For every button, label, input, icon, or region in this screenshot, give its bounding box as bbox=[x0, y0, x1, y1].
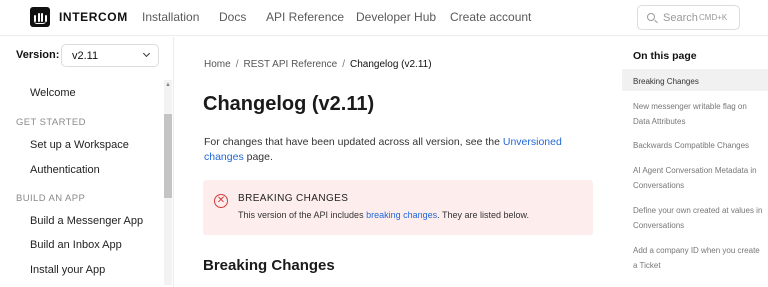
search-placeholder: Search bbox=[663, 12, 698, 24]
top-navigation-bar: INTERCOM Installation Docs API Reference… bbox=[0, 0, 768, 36]
error-circle-icon: ✕ bbox=[214, 194, 228, 208]
sidebar-scrollbar[interactable]: ▲ bbox=[164, 80, 172, 285]
nav-docs[interactable]: Docs bbox=[219, 10, 246, 24]
sidebar-item-build-messenger[interactable]: Build a Messenger App bbox=[30, 215, 143, 227]
breadcrumb-home[interactable]: Home bbox=[204, 59, 231, 70]
sidebar-item-authentication[interactable]: Authentication bbox=[30, 164, 100, 176]
breadcrumb-separator: / bbox=[235, 59, 239, 70]
sidebar-section-build-app: BUILD AN APP bbox=[16, 193, 86, 204]
intro-text-end: page. bbox=[246, 151, 273, 163]
toc-item-backwards-compatible[interactable]: Backwards Compatible Changes bbox=[633, 138, 763, 153]
nav-create-account[interactable]: Create account bbox=[450, 10, 531, 24]
breadcrumb-separator: / bbox=[342, 59, 345, 70]
nav-api-reference[interactable]: API Reference bbox=[266, 10, 344, 24]
breadcrumb-rest-api[interactable]: REST API Reference bbox=[243, 59, 337, 70]
callout-text-end: . They are listed below. bbox=[437, 210, 530, 220]
search-input[interactable]: Search CMD+K bbox=[637, 5, 740, 30]
brand-name: INTERCOM bbox=[59, 10, 128, 24]
intercom-logo-icon bbox=[30, 7, 50, 27]
search-shortcut: CMD+K bbox=[699, 13, 728, 22]
breaking-changes-callout: ✕ BREAKING CHANGES This version of the A… bbox=[203, 180, 593, 235]
sidebar-item-welcome[interactable]: Welcome bbox=[30, 87, 76, 99]
callout-body: This version of the API includes breakin… bbox=[238, 210, 529, 220]
version-value: v2.11 bbox=[72, 50, 99, 62]
scrollbar-thumb[interactable] bbox=[164, 114, 172, 198]
left-sidebar: Version: v2.11 Welcome GET STARTED Set u… bbox=[0, 37, 174, 287]
scroll-up-arrow-icon[interactable]: ▲ bbox=[165, 82, 171, 88]
toc-item-messenger-writable[interactable]: New messenger writable flag on Data Attr… bbox=[633, 99, 763, 129]
toc-item-breaking-changes[interactable]: Breaking Changes bbox=[633, 74, 763, 89]
breaking-changes-link[interactable]: breaking changes bbox=[366, 210, 437, 220]
version-select[interactable]: v2.11 bbox=[61, 44, 159, 67]
sidebar-item-install-app[interactable]: Install your App bbox=[30, 264, 105, 276]
nav-developer-hub[interactable]: Developer Hub bbox=[356, 10, 436, 24]
intercom-logo[interactable]: INTERCOM bbox=[30, 7, 128, 27]
intro-paragraph: For changes that have been updated acros… bbox=[204, 135, 579, 165]
main-content: Home / REST API Reference / Changelog (v2.11… bbox=[175, 37, 618, 287]
breadcrumb: Home / REST API Reference / Changelog (v2.11… bbox=[204, 59, 432, 70]
sidebar-item-build-inbox[interactable]: Build an Inbox App bbox=[30, 239, 122, 251]
breadcrumb-current: Changelog (v2.11) bbox=[350, 59, 432, 70]
callout-text: This version of the API includes bbox=[238, 210, 364, 220]
sidebar-item-setup-workspace[interactable]: Set up a Workspace bbox=[30, 139, 129, 151]
toc-item-created-at[interactable]: Define your own created at values in Con… bbox=[633, 203, 763, 233]
toc-item-company-id-ticket[interactable]: Add a company ID when you create a Ticke… bbox=[633, 243, 763, 273]
search-icon bbox=[647, 13, 655, 21]
toc-title: On this page bbox=[633, 50, 697, 62]
nav-installation[interactable]: Installation bbox=[142, 10, 199, 24]
version-label: Version: bbox=[16, 49, 60, 61]
callout-title: BREAKING CHANGES bbox=[238, 193, 349, 204]
section-heading-breaking-changes: Breaking Changes bbox=[203, 257, 335, 274]
intro-text: For changes that have been updated acros… bbox=[204, 136, 500, 148]
table-of-contents: On this page Breaking Changes New messen… bbox=[619, 37, 768, 287]
chevron-down-icon bbox=[142, 49, 151, 58]
toc-item-ai-agent-metadata[interactable]: AI Agent Conversation Metadata in Conver… bbox=[633, 163, 763, 193]
page-title: Changelog (v2.11) bbox=[203, 93, 375, 115]
sidebar-section-get-started: GET STARTED bbox=[16, 117, 86, 128]
